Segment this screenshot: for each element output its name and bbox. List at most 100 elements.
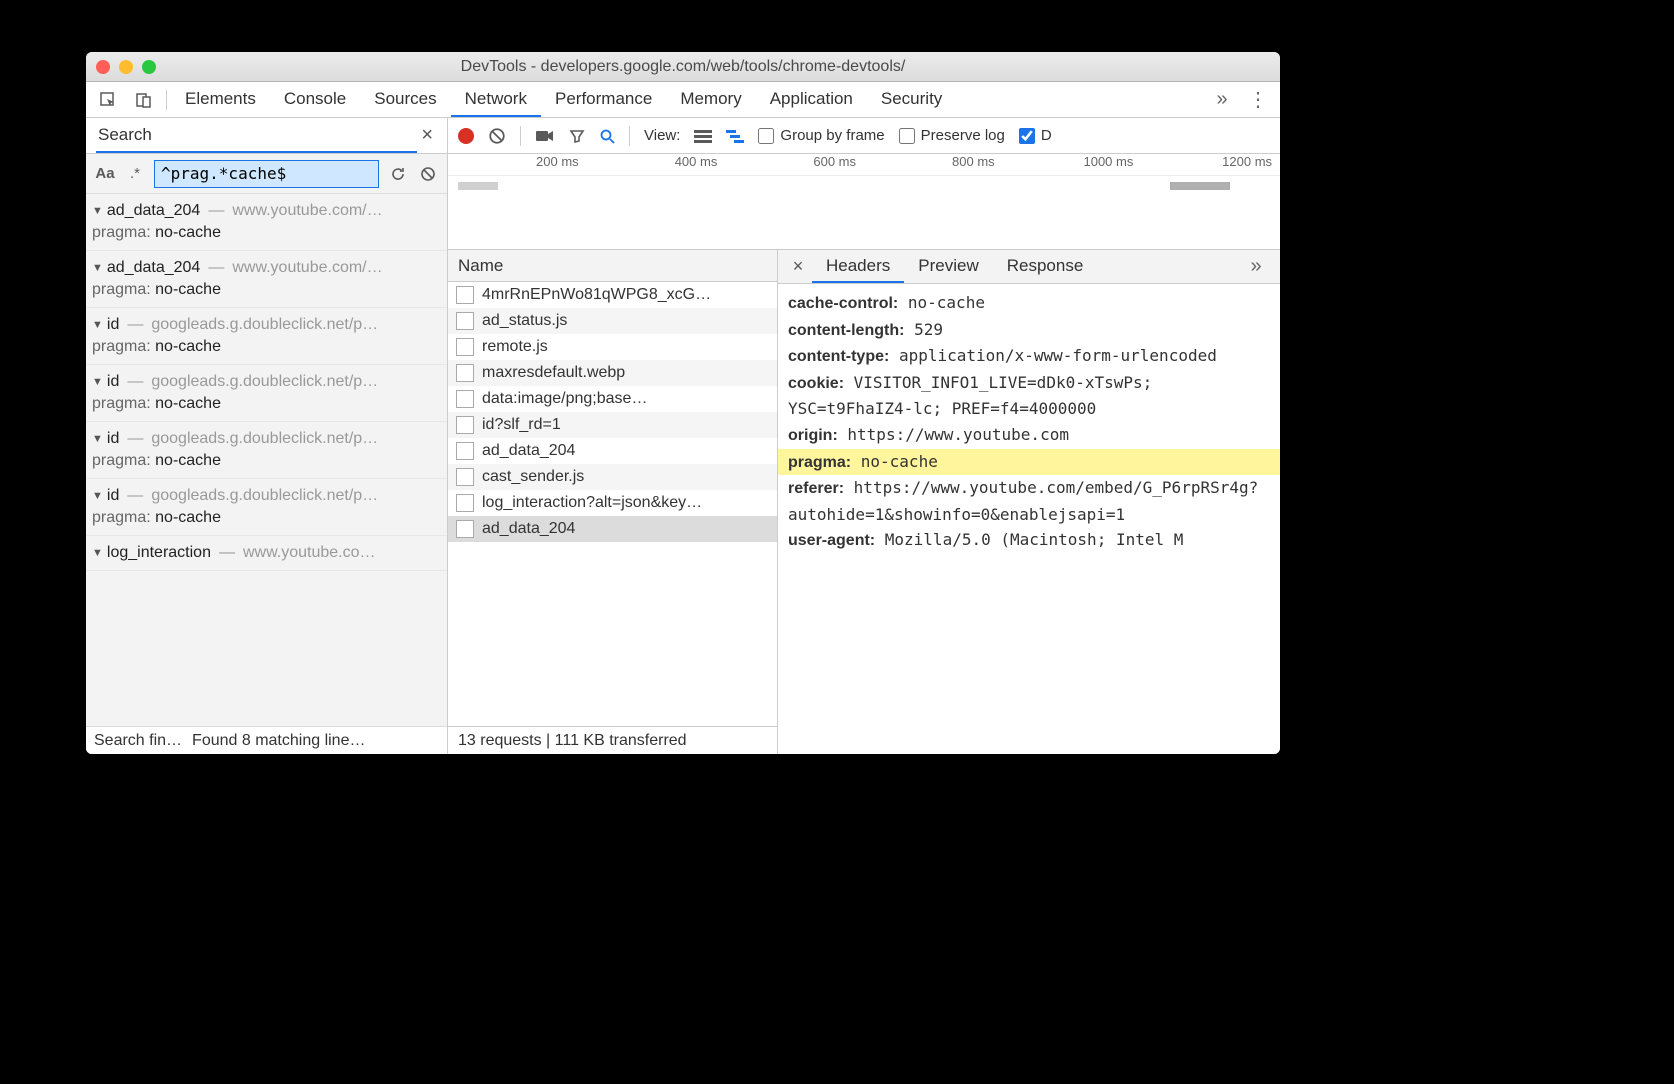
close-detail-icon[interactable]: × xyxy=(784,250,812,283)
request-name: data:image/png;base… xyxy=(482,390,647,408)
record-button[interactable] xyxy=(458,128,474,144)
search-tab-label[interactable]: Search xyxy=(96,118,417,153)
chevron-down-icon: ▼ xyxy=(92,547,103,559)
result-value: no-cache xyxy=(155,395,221,412)
request-name: remote.js xyxy=(482,338,548,356)
search-input[interactable] xyxy=(154,160,379,188)
zoom-window-button[interactable] xyxy=(142,60,156,74)
clear-icon[interactable] xyxy=(417,166,439,182)
header-key: pragma: xyxy=(788,454,851,471)
case-sensitive-toggle[interactable]: Aa xyxy=(94,165,116,182)
request-row[interactable]: remote.js xyxy=(448,334,777,360)
header-line[interactable]: cookie: VISITOR_INFO1_LIVE=dDk0-xTswPs; … xyxy=(788,370,1270,422)
search-result-group[interactable]: ▼id—googleads.g.doubleclick.net/p…pragma… xyxy=(86,479,447,536)
more-tabs-icon[interactable]: » xyxy=(1238,250,1274,283)
network-panel: View: Group by frame Preserve log D 200 … xyxy=(448,118,1280,754)
detail-tab-headers[interactable]: Headers xyxy=(812,250,904,283)
file-icon xyxy=(456,468,474,486)
close-icon[interactable]: × xyxy=(417,124,437,147)
request-row[interactable]: ad_status.js xyxy=(448,308,777,334)
minimize-window-button[interactable] xyxy=(119,60,133,74)
more-tabs-icon[interactable]: » xyxy=(1204,82,1240,117)
tab-console[interactable]: Console xyxy=(270,82,360,117)
refresh-icon[interactable] xyxy=(387,166,409,182)
header-line[interactable]: referer: https://www.youtube.com/embed/G… xyxy=(788,475,1270,527)
file-icon xyxy=(456,364,474,382)
search-icon[interactable] xyxy=(599,128,615,144)
detail-tabs: × HeadersPreviewResponse » xyxy=(778,250,1280,284)
search-result-group[interactable]: ▼id—googleads.g.doubleclick.net/p…pragma… xyxy=(86,422,447,479)
header-key: content-type: xyxy=(788,348,889,365)
inspect-icon[interactable] xyxy=(90,82,126,117)
detail-tab-preview[interactable]: Preview xyxy=(904,250,992,283)
request-row[interactable]: cast_sender.js xyxy=(448,464,777,490)
clear-icon[interactable] xyxy=(488,127,506,145)
chevron-down-icon: ▼ xyxy=(92,262,103,274)
tab-sources[interactable]: Sources xyxy=(360,82,450,117)
close-window-button[interactable] xyxy=(96,60,110,74)
file-icon xyxy=(456,338,474,356)
preserve-log-checkbox[interactable]: Preserve log xyxy=(899,127,1005,144)
large-rows-icon[interactable] xyxy=(694,129,712,143)
search-result-group[interactable]: ▼ad_data_204—www.youtube.com/…pragma: no… xyxy=(86,194,447,251)
request-row[interactable]: 4mrRnEPnWo81qWPG8_xcG… xyxy=(448,282,777,308)
request-row[interactable]: ad_data_204 xyxy=(448,438,777,464)
device-toggle-icon[interactable] xyxy=(126,82,162,117)
kebab-menu-icon[interactable]: ⋮ xyxy=(1240,82,1276,117)
result-path: www.youtube.com/… xyxy=(232,202,382,220)
regex-toggle[interactable]: .* xyxy=(124,165,146,182)
filter-icon[interactable] xyxy=(569,128,585,144)
name-column-header[interactable]: Name xyxy=(448,250,777,282)
search-status: Search fin… Found 8 matching line… xyxy=(86,726,447,754)
tab-security[interactable]: Security xyxy=(867,82,956,117)
header-line[interactable]: user-agent: Mozilla/5.0 (Macintosh; Inte… xyxy=(788,527,1270,554)
request-row[interactable]: maxresdefault.webp xyxy=(448,360,777,386)
chevron-down-icon: ▼ xyxy=(92,433,103,445)
search-results: ▼ad_data_204—www.youtube.com/…pragma: no… xyxy=(86,194,447,726)
tab-application[interactable]: Application xyxy=(756,82,867,117)
tab-performance[interactable]: Performance xyxy=(541,82,666,117)
result-name: id xyxy=(107,430,119,448)
search-result-group[interactable]: ▼ad_data_204—www.youtube.com/…pragma: no… xyxy=(86,251,447,308)
request-row[interactable]: ad_data_204 xyxy=(448,516,777,542)
tab-elements[interactable]: Elements xyxy=(171,82,270,117)
camera-icon[interactable] xyxy=(535,128,555,144)
header-line[interactable]: origin: https://www.youtube.com xyxy=(788,422,1270,449)
result-name: id xyxy=(107,373,119,391)
search-input-row: Aa .* xyxy=(86,154,447,194)
network-timeline[interactable]: 200 ms400 ms600 ms800 ms1000 ms1200 ms xyxy=(448,154,1280,250)
file-icon xyxy=(456,494,474,512)
header-line[interactable]: cache-control: no-cache xyxy=(788,290,1270,317)
request-name: ad_status.js xyxy=(482,312,567,330)
header-line[interactable]: content-type: application/x-www-form-url… xyxy=(788,343,1270,370)
result-key: pragma: xyxy=(92,224,151,241)
waterfall-icon[interactable] xyxy=(726,129,744,143)
request-name: log_interaction?alt=json&key… xyxy=(482,494,702,512)
header-key: origin: xyxy=(788,427,838,444)
request-row[interactable]: id?slf_rd=1 xyxy=(448,412,777,438)
tab-network[interactable]: Network xyxy=(451,82,541,117)
result-name: id xyxy=(107,316,119,334)
search-result-group[interactable]: ▼id—googleads.g.doubleclick.net/p…pragma… xyxy=(86,308,447,365)
header-line[interactable]: pragma: no-cache xyxy=(778,449,1280,476)
header-line[interactable]: content-length: 529 xyxy=(788,317,1270,344)
view-label: View: xyxy=(644,127,680,144)
group-by-frame-checkbox[interactable]: Group by frame xyxy=(758,127,884,144)
result-key: pragma: xyxy=(92,452,151,469)
search-result-group[interactable]: ▼id—googleads.g.doubleclick.net/p…pragma… xyxy=(86,365,447,422)
result-value: no-cache xyxy=(155,452,221,469)
file-icon xyxy=(456,312,474,330)
result-path: googleads.g.doubleclick.net/p… xyxy=(151,430,378,448)
tab-memory[interactable]: Memory xyxy=(666,82,755,117)
disable-cache-checkbox[interactable]: D xyxy=(1019,127,1052,144)
request-name: 4mrRnEPnWo81qWPG8_xcG… xyxy=(482,286,711,304)
detail-tab-response[interactable]: Response xyxy=(993,250,1098,283)
header-key: referer: xyxy=(788,480,844,497)
request-row[interactable]: log_interaction?alt=json&key… xyxy=(448,490,777,516)
result-key: pragma: xyxy=(92,509,151,526)
search-result-group[interactable]: ▼log_interaction—www.youtube.co… xyxy=(86,536,447,571)
search-header: Search × xyxy=(86,118,447,154)
request-row[interactable]: data:image/png;base… xyxy=(448,386,777,412)
result-path: www.youtube.co… xyxy=(243,544,376,562)
result-path: googleads.g.doubleclick.net/p… xyxy=(151,373,378,391)
